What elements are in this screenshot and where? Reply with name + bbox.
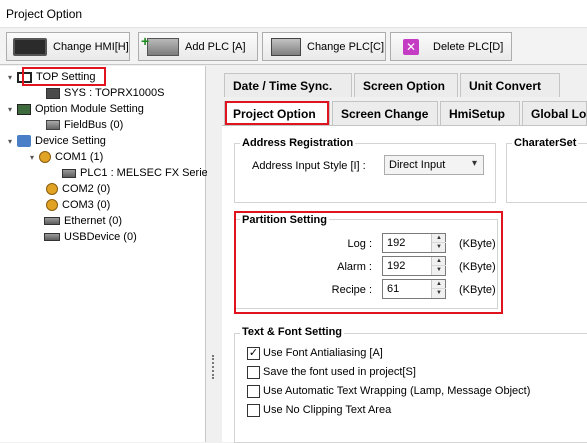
- delete-icon: ✕: [403, 38, 419, 55]
- tab-screen-change[interactable]: Screen Change: [332, 101, 438, 125]
- tab-unit-convert[interactable]: Unit Convert: [460, 73, 560, 97]
- pane-splitter[interactable]: [207, 66, 217, 442]
- highlight-box: [225, 101, 329, 125]
- tree-item-usbdevice[interactable]: USBDevice (0): [44, 229, 137, 245]
- plc-icon: [271, 37, 301, 56]
- text-font-setting-title: Text & Font Setting: [240, 326, 345, 338]
- change-hmi-label: Change HMI[H]: [53, 40, 129, 53]
- address-input-style-label: Address Input Style [I] :: [252, 160, 366, 172]
- change-hmi-button[interactable]: Change HMI[H]: [6, 32, 130, 61]
- highlight-box: [234, 211, 503, 314]
- plc-icon: [62, 168, 76, 178]
- hmi-icon: [46, 87, 60, 99]
- tree-item-label: COM2 (0): [62, 183, 111, 195]
- tree-item-label: FieldBus (0): [64, 119, 124, 131]
- address-input-style-value: Direct Input: [389, 159, 446, 171]
- auto-text-wrapping-checkbox[interactable]: [247, 384, 260, 398]
- tree-item-label: COM3 (0): [62, 199, 111, 211]
- tab-hmisetup[interactable]: HmiSetup: [440, 101, 520, 125]
- tree-item-plc1[interactable]: PLC1 : MELSEC FX Series: [62, 165, 213, 181]
- auto-text-wrapping-label: Use Automatic Text Wrapping (Lamp, Messa…: [263, 385, 531, 397]
- tree-item-ethernet[interactable]: Ethernet (0): [44, 213, 122, 229]
- tree-item-option-module[interactable]: ▾ Option Module Setting: [8, 101, 144, 117]
- no-clipping-checkbox[interactable]: [247, 403, 260, 417]
- no-clipping-option[interactable]: Use No Clipping Text Area: [247, 402, 391, 418]
- no-clipping-label: Use No Clipping Text Area: [263, 404, 392, 416]
- usb-icon: [44, 233, 60, 241]
- change-plc-button[interactable]: Change PLC[C]: [262, 32, 386, 61]
- add-plc-button[interactable]: Add PLC [A]: [138, 32, 258, 61]
- tree-item-com1[interactable]: ▾ COM1 (1): [30, 149, 103, 165]
- window-title: Project Option: [0, 0, 587, 28]
- tab-date-time-sync[interactable]: Date / Time Sync.: [224, 73, 352, 97]
- font-antialiasing-option[interactable]: ✓ Use Font Antialiasing [A]: [247, 345, 383, 361]
- auto-text-wrapping-option[interactable]: Use Automatic Text Wrapping (Lamp, Messa…: [247, 383, 530, 399]
- font-antialiasing-label: Use Font Antialiasing [A]: [263, 347, 383, 359]
- fieldbus-icon: [46, 120, 60, 130]
- tree-item-label: PLC1 : MELSEC FX Series: [80, 167, 214, 179]
- serial-port-icon: [46, 183, 58, 195]
- tree-item-label: SYS : TOPRX1000S: [64, 87, 165, 99]
- add-plc-icon: [141, 33, 179, 56]
- ethernet-icon: [44, 217, 60, 225]
- module-board-icon: [17, 103, 31, 115]
- save-font-checkbox[interactable]: [247, 365, 260, 379]
- serial-port-icon: [46, 199, 58, 211]
- highlight-box: [22, 67, 106, 86]
- delete-plc-label: Delete PLC[D]: [433, 40, 504, 53]
- tab-global-lo[interactable]: Global Lo: [522, 101, 587, 125]
- splitter-grip-icon[interactable]: [212, 355, 214, 379]
- address-registration-title: Address Registration: [240, 137, 356, 149]
- serial-port-icon: [39, 151, 51, 163]
- monitor-icon: [13, 37, 47, 56]
- charset-group: [506, 143, 587, 203]
- chevron-down-icon: ▾: [471, 158, 477, 169]
- address-input-style-select[interactable]: Direct Input ▾: [384, 155, 484, 175]
- delete-plc-button[interactable]: ✕ Delete PLC[D]: [390, 32, 512, 61]
- expand-toggle-icon[interactable]: ▾: [8, 137, 17, 146]
- expand-toggle-icon[interactable]: ▾: [8, 73, 17, 82]
- toolbar: Change HMI[H] Add PLC [A] Change PLC[C] …: [0, 29, 587, 65]
- add-plc-label: Add PLC [A]: [185, 40, 246, 53]
- network-icon: [17, 135, 31, 147]
- save-font-option[interactable]: Save the font used in project[S]: [247, 364, 416, 380]
- expand-toggle-icon[interactable]: ▾: [30, 153, 39, 162]
- tree-item-com3[interactable]: COM3 (0): [46, 197, 110, 213]
- tree-item-label: USBDevice (0): [64, 231, 137, 243]
- tab-screen-option[interactable]: Screen Option: [354, 73, 458, 97]
- tree-item-fieldbus[interactable]: FieldBus (0): [46, 117, 123, 133]
- save-font-label: Save the font used in project[S]: [263, 366, 416, 378]
- project-tree: ▾ TOP Setting SYS : TOPRX1000S ▾ Option …: [0, 66, 213, 442]
- tree-item-com2[interactable]: COM2 (0): [46, 181, 110, 197]
- tree-item-sys[interactable]: SYS : TOPRX1000S: [46, 85, 164, 101]
- tree-item-label: Option Module Setting: [35, 103, 144, 115]
- font-antialiasing-checkbox[interactable]: ✓: [247, 346, 260, 360]
- change-plc-label: Change PLC[C]: [307, 40, 385, 53]
- tree-item-label: COM1 (1): [55, 151, 104, 163]
- tree-item-device-setting[interactable]: ▾ Device Setting: [8, 133, 106, 149]
- expand-toggle-icon[interactable]: ▾: [8, 105, 17, 114]
- tree-item-label: Ethernet (0): [64, 215, 123, 227]
- tree-item-label: Device Setting: [35, 135, 106, 147]
- charset-title: CharaterSet: [512, 137, 579, 149]
